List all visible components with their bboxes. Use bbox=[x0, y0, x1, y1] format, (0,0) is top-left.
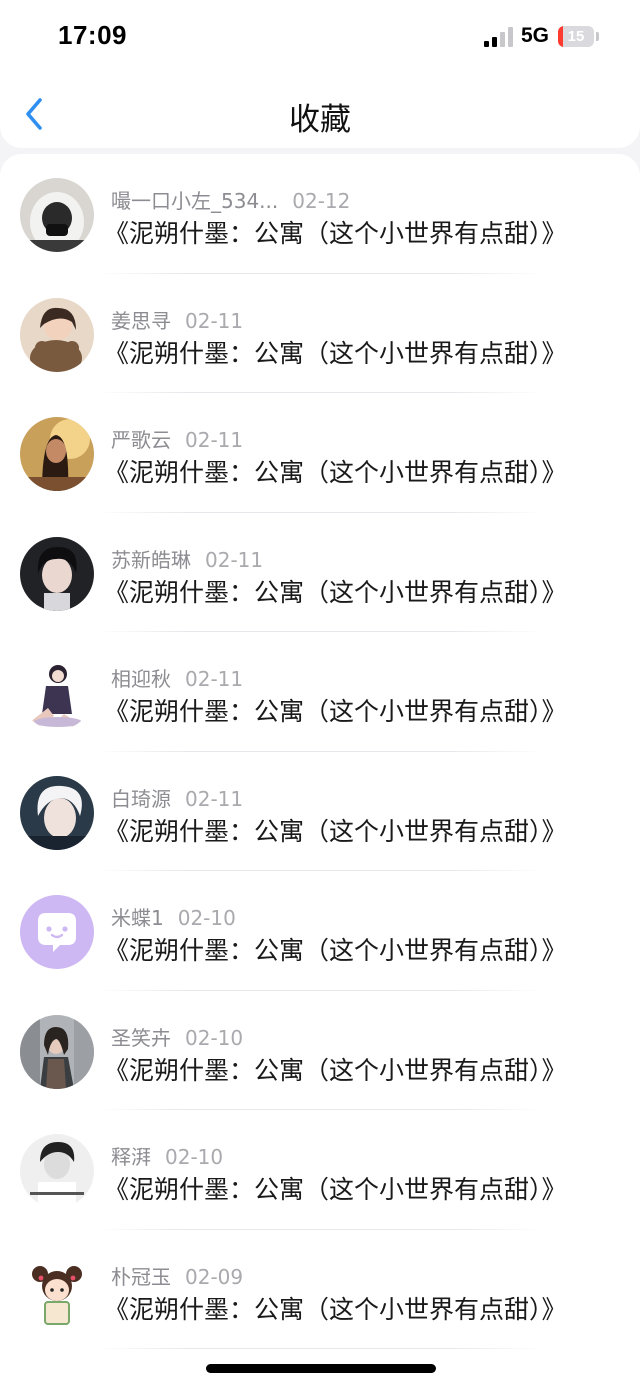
item-meta: 白琦源 02-11 bbox=[111, 783, 243, 813]
item-title: 《泥朔什墨：公寓（这个小世界有点甜）》 bbox=[104, 219, 567, 248]
user-name: 姜思寻 bbox=[111, 308, 171, 333]
item-date: 02-12 bbox=[292, 189, 351, 213]
avatar[interactable] bbox=[20, 297, 94, 372]
item-title: 《泥朔什墨：公寓（这个小世界有点甜）》 bbox=[104, 1175, 567, 1204]
avatar[interactable] bbox=[20, 1014, 94, 1089]
avatar-white-hair bbox=[20, 775, 94, 850]
item-meta: 米蝶1 02-10 bbox=[111, 902, 236, 932]
list-item[interactable]: 朴冠玉 02-09 《泥朔什墨：公寓（这个小世界有点甜）》 bbox=[0, 1230, 640, 1350]
list-item[interactable]: 嘬一口小左_534... 02-12 《泥朔什墨：公寓（这个小世界有点甜）》 bbox=[0, 154, 640, 274]
page-title: 收藏 bbox=[289, 102, 351, 138]
item-date: 02-10 bbox=[165, 1145, 224, 1169]
avatar-cartoon-girl bbox=[20, 1253, 94, 1328]
item-date: 02-09 bbox=[185, 1264, 244, 1289]
user-name: 释湃 bbox=[111, 1145, 151, 1169]
favorites-list: 嘬一口小左_534... 02-12 《泥朔什墨：公寓（这个小世界有点甜）》 姜思… bbox=[0, 154, 640, 1385]
avatar[interactable] bbox=[20, 536, 94, 611]
user-name: 严歌云 bbox=[111, 428, 171, 452]
avatar[interactable] bbox=[20, 895, 94, 969]
list-item[interactable]: 严歌云 02-11 《泥朔什墨：公寓（这个小世界有点甜）》 bbox=[0, 393, 640, 513]
avatar[interactable] bbox=[20, 775, 94, 850]
item-meta: 严歌云 02-11 bbox=[111, 424, 243, 454]
avatar-default-chat bbox=[20, 895, 94, 969]
item-meta: 相迎秋 02-11 bbox=[111, 663, 243, 693]
user-name: 白琦源 bbox=[111, 786, 171, 811]
item-meta: 苏新皓琳 02-11 bbox=[111, 544, 263, 574]
user-name: 朴冠玉 bbox=[111, 1264, 171, 1289]
item-date: 02-10 bbox=[177, 906, 236, 930]
item-date: 02-11 bbox=[185, 786, 244, 811]
avatar[interactable] bbox=[20, 1134, 94, 1208]
item-title: 《泥朔什墨：公寓（这个小世界有点甜）》 bbox=[104, 1294, 567, 1324]
user-name: 米蝶1 bbox=[111, 906, 164, 930]
avatar-street-girl bbox=[20, 1014, 94, 1089]
avatar-girl-bear bbox=[20, 297, 94, 372]
avatar-young-man bbox=[20, 536, 94, 611]
item-meta: 姜思寻 02-11 bbox=[111, 305, 243, 335]
user-name: 苏新皓琳 bbox=[111, 547, 191, 572]
status-time: 17:09 bbox=[58, 20, 127, 50]
avatar[interactable] bbox=[20, 417, 94, 491]
list-item[interactable]: 相迎秋 02-11 《泥朔什墨：公寓（这个小世界有点甜）》 bbox=[0, 632, 640, 752]
battery-percent: 15 bbox=[567, 28, 585, 45]
battery-icon: 15 bbox=[558, 26, 594, 47]
home-indicator[interactable] bbox=[206, 1364, 436, 1373]
item-meta: 朴冠玉 02-09 bbox=[111, 1261, 243, 1291]
item-title: 《泥朔什墨：公寓（这个小世界有点甜）》 bbox=[104, 816, 567, 846]
avatar-hooded-person bbox=[20, 178, 94, 252]
item-title: 《泥朔什墨：公寓（这个小世界有点甜）》 bbox=[104, 338, 567, 368]
signal-icon bbox=[484, 27, 516, 47]
list-item[interactable]: 米蝶1 02-10 《泥朔什墨：公寓（这个小世界有点甜）》 bbox=[0, 871, 640, 991]
item-title: 《泥朔什墨：公寓（这个小世界有点甜）》 bbox=[104, 577, 567, 607]
avatar[interactable] bbox=[20, 1253, 94, 1328]
list-item[interactable]: 白琦源 02-11 《泥朔什墨：公寓（这个小世界有点甜）》 bbox=[0, 752, 640, 872]
user-name: 嘬一口小左_534... bbox=[111, 189, 279, 213]
item-date: 02-11 bbox=[185, 308, 244, 333]
item-title: 《泥朔什墨：公寓（这个小世界有点甜）》 bbox=[104, 936, 567, 965]
avatar-anime-girl bbox=[20, 656, 94, 730]
item-title: 《泥朔什墨：公寓（这个小世界有点甜）》 bbox=[104, 697, 567, 726]
list-item[interactable]: 苏新皓琳 02-11 《泥朔什墨：公寓（这个小世界有点甜）》 bbox=[0, 513, 640, 633]
item-date: 02-11 bbox=[185, 428, 244, 452]
item-date: 02-11 bbox=[205, 547, 264, 572]
item-date: 02-11 bbox=[185, 667, 244, 691]
avatar[interactable] bbox=[20, 656, 94, 730]
user-name: 圣笑卉 bbox=[111, 1025, 171, 1050]
item-meta: 圣笑卉 02-10 bbox=[111, 1022, 243, 1052]
avatar-sunset-girl bbox=[20, 417, 94, 491]
user-name: 相迎秋 bbox=[111, 667, 171, 691]
item-title: 《泥朔什墨：公寓（这个小世界有点甜）》 bbox=[104, 1055, 567, 1085]
item-meta: 释湃 02-10 bbox=[111, 1141, 223, 1171]
item-title: 《泥朔什墨：公寓（这个小世界有点甜）》 bbox=[104, 458, 567, 487]
list-item[interactable]: 圣笑卉 02-10 《泥朔什墨：公寓（这个小世界有点甜）》 bbox=[0, 991, 640, 1111]
list-item[interactable]: 释湃 02-10 《泥朔什墨：公寓（这个小世界有点甜）》 bbox=[0, 1110, 640, 1230]
battery-cap bbox=[596, 32, 599, 41]
network-type: 5G bbox=[521, 24, 550, 47]
header: 17:09 5G 15 收藏 bbox=[0, 0, 640, 148]
avatar-bw-boy bbox=[20, 1134, 94, 1208]
list-item[interactable]: 姜思寻 02-11 《泥朔什墨：公寓（这个小世界有点甜）》 bbox=[0, 274, 640, 394]
item-meta: 嘬一口小左_534... 02-12 bbox=[111, 185, 350, 215]
favorites-page: 17:09 5G 15 收藏 嘬一口小左_534... 02-12 《泥朔什墨：公… bbox=[0, 0, 640, 1385]
item-date: 02-10 bbox=[185, 1025, 244, 1050]
avatar[interactable] bbox=[20, 178, 94, 252]
